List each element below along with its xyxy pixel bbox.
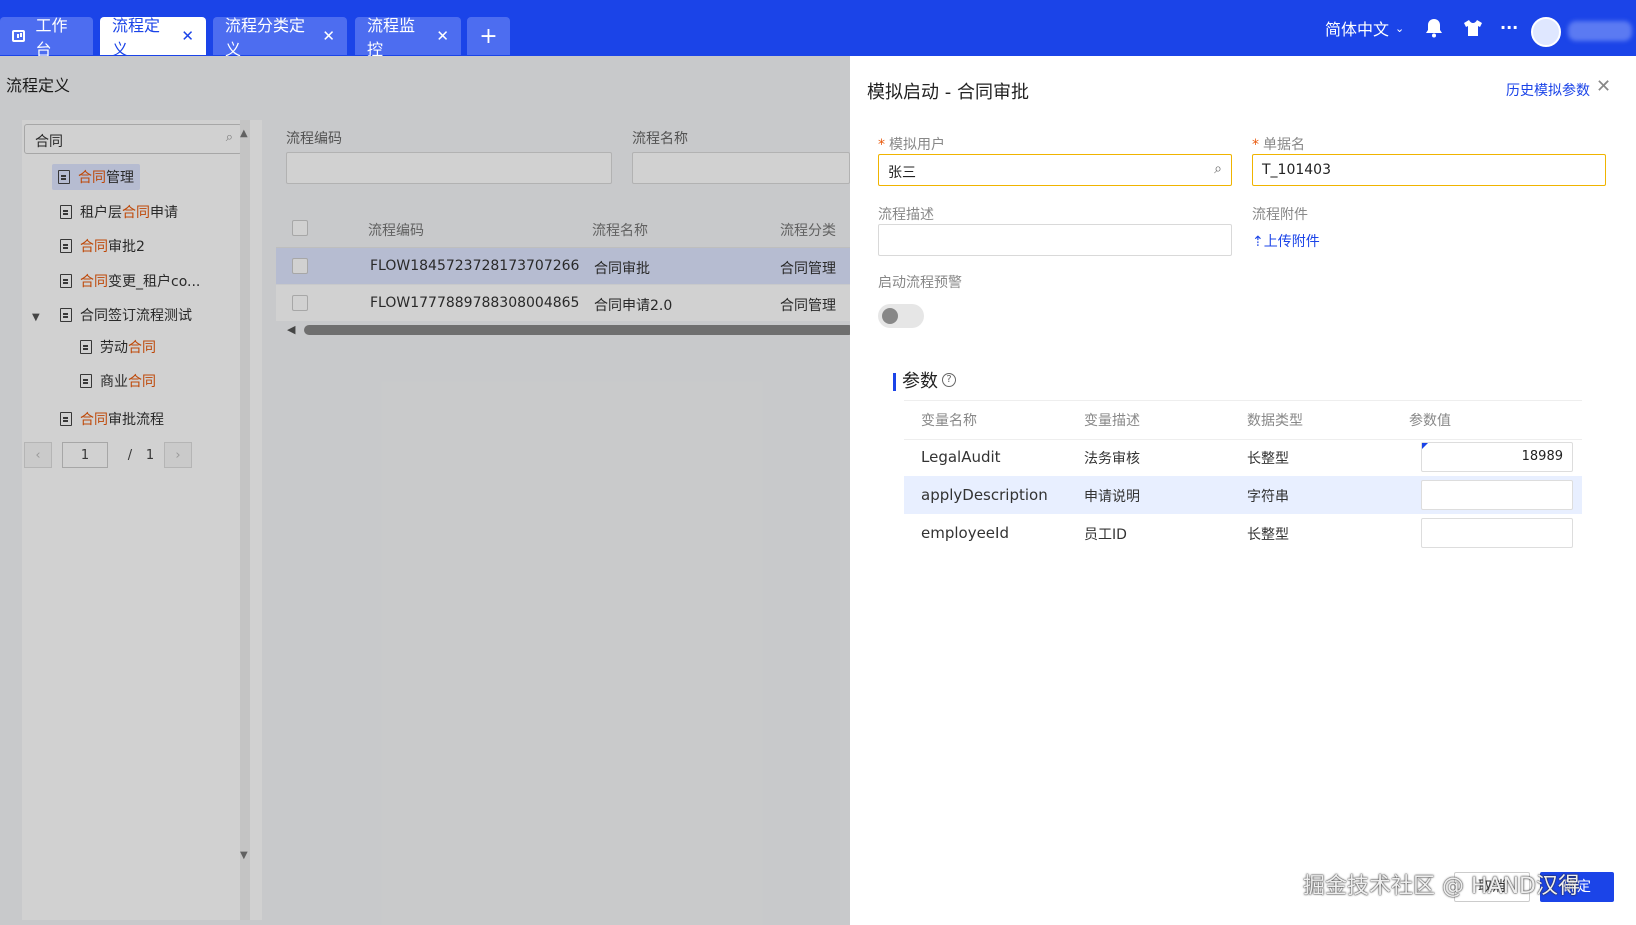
param-type: 字符串	[1247, 489, 1289, 505]
doc-value: T_101403	[1262, 162, 1331, 178]
plus-icon: +	[479, 23, 498, 49]
params-title: 参数	[902, 371, 938, 392]
tab-process-monitor[interactable]: 流程监控 ✕	[355, 16, 461, 59]
tab-label: 流程定义	[112, 16, 161, 59]
simulate-user-input[interactable]: 张三 ⌕	[878, 154, 1232, 186]
close-icon[interactable]: ✕	[181, 27, 194, 45]
warn-label: 启动流程预警	[878, 275, 962, 291]
chevron-down-icon: ⌄	[1395, 21, 1405, 35]
modal-mask[interactable]	[0, 56, 850, 925]
doc-name-label: * 单据名	[1252, 137, 1305, 153]
upload-label: 上传附件	[1263, 234, 1320, 250]
tab-process-category[interactable]: 流程分类定义 ✕	[213, 16, 347, 59]
doc-name-input[interactable]: T_101403	[1252, 154, 1606, 186]
column-header: 数据类型	[1247, 413, 1303, 429]
avatar[interactable]	[1531, 17, 1561, 47]
more-icon[interactable]: ···	[1500, 18, 1518, 37]
tab-workbench[interactable]: 工作台	[0, 16, 93, 59]
param-row: applyDescription 申请说明 字符串	[904, 476, 1582, 514]
top-bar: 工作台 流程定义 ✕ 流程分类定义 ✕ 流程监控 ✕ + 简体中文 ⌄ ···	[0, 0, 1636, 59]
param-type: 长整型	[1247, 451, 1289, 467]
param-desc: 员工ID	[1084, 527, 1127, 543]
upload-icon: ⇡	[1252, 234, 1264, 250]
params-table-header	[904, 400, 1582, 440]
tab-label: 流程分类定义	[225, 16, 306, 59]
param-name: LegalAudit	[921, 448, 1001, 466]
param-name: applyDescription	[921, 486, 1048, 504]
section-accent	[893, 373, 896, 391]
workbench-icon	[12, 30, 26, 42]
user-label: * 模拟用户	[878, 137, 945, 153]
search-icon[interactable]: ⌕	[1214, 161, 1222, 177]
desc-label: 流程描述	[878, 207, 934, 223]
tab-label: 流程监控	[367, 16, 416, 59]
tab-label: 工作台	[35, 16, 68, 59]
language-label: 简体中文	[1325, 20, 1390, 39]
param-desc: 申请说明	[1084, 489, 1140, 505]
user-value: 张三	[888, 165, 916, 181]
bell-icon[interactable]	[1423, 17, 1445, 39]
simulate-start-drawer: 模拟启动 - 合同审批 历史模拟参数 ✕ * 模拟用户 张三 ⌕ * 单据名 T_1…	[850, 56, 1636, 925]
username-blurred[interactable]	[1568, 21, 1632, 41]
theme-icon[interactable]	[1462, 17, 1484, 39]
column-header: 变量描述	[1084, 413, 1140, 429]
close-icon[interactable]: ✕	[322, 27, 335, 45]
close-icon[interactable]: ✕	[436, 27, 449, 45]
param-row: LegalAudit 法务审核 长整型 18989	[904, 438, 1582, 476]
close-icon[interactable]: ✕	[1596, 76, 1611, 97]
desc-input[interactable]	[878, 224, 1232, 256]
language-selector[interactable]: 简体中文 ⌄	[1325, 0, 1404, 56]
param-value-input[interactable]: 18989	[1421, 442, 1573, 472]
upload-attachment-button[interactable]: ⇡上传附件	[1252, 231, 1320, 251]
warn-toggle[interactable]	[878, 304, 924, 328]
tab-process-definition[interactable]: 流程定义 ✕	[100, 16, 206, 59]
param-desc: 法务审核	[1084, 451, 1140, 467]
add-tab-button[interactable]: +	[467, 17, 510, 55]
param-name: employeeId	[921, 524, 1009, 542]
param-row: employeeId 员工ID 长整型	[904, 514, 1582, 552]
history-params-link[interactable]: 历史模拟参数	[1506, 80, 1590, 100]
column-header: 变量名称	[921, 413, 977, 429]
params-section-title: 参数 ?	[902, 367, 956, 393]
param-value-input[interactable]	[1421, 480, 1573, 510]
watermark: 掘金技术社区 @ HAND汉得	[1303, 874, 1580, 899]
column-header: 参数值	[1409, 413, 1451, 429]
param-value-input[interactable]	[1421, 518, 1573, 548]
param-type: 长整型	[1247, 527, 1289, 543]
attach-label: 流程附件	[1252, 207, 1308, 223]
help-icon[interactable]: ?	[942, 373, 956, 387]
drawer-title: 模拟启动 - 合同审批	[867, 82, 1029, 103]
